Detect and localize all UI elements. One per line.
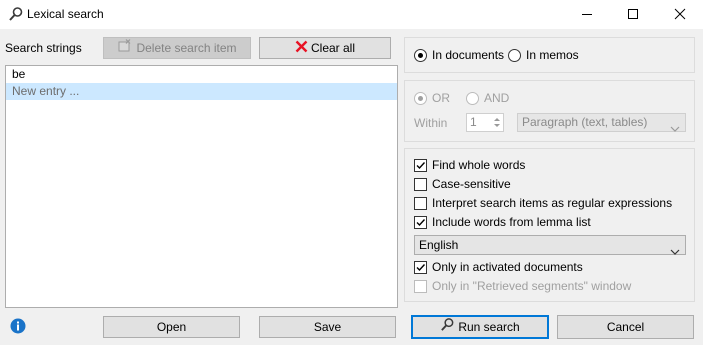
radio-empty-icon — [508, 48, 521, 62]
window-title: Lexical search — [27, 7, 104, 21]
run-search-button[interactable]: Run search — [411, 315, 549, 339]
regex-checkbox[interactable]: Interpret search items as regular expres… — [414, 196, 672, 210]
open-button[interactable]: Open — [103, 316, 240, 338]
retrieved-only-label: Only in "Retrieved segments" window — [432, 279, 632, 293]
magnifier-icon — [440, 317, 455, 339]
maximize-icon — [628, 9, 638, 19]
chevron-down-icon — [670, 242, 680, 261]
regex-label: Interpret search items as regular expres… — [432, 196, 673, 210]
checkbox-checked-icon — [414, 215, 427, 229]
checkbox-empty-icon — [414, 196, 427, 210]
search-strings-list[interactable]: be New entry ... — [5, 65, 398, 308]
radio-selected-icon — [414, 91, 427, 105]
clear-all-label: Clear all — [310, 41, 355, 55]
delete-search-item-label: Delete search item — [136, 41, 237, 55]
radio-empty-icon — [466, 91, 479, 105]
checkbox-checked-icon — [414, 158, 427, 172]
minimize-icon — [582, 14, 592, 15]
checkbox-checked-icon — [414, 260, 427, 274]
language-select[interactable]: English — [414, 235, 686, 255]
search-strings-label: Search strings — [5, 41, 82, 55]
operator-group — [404, 80, 695, 142]
clear-x-icon — [295, 39, 308, 59]
checkbox-empty-icon — [414, 177, 427, 191]
in-documents-radio[interactable]: In documents — [414, 48, 504, 62]
run-search-label: Run search — [458, 320, 520, 334]
and-label: AND — [484, 91, 510, 105]
case-sensitive-label: Case-sensitive — [432, 177, 511, 191]
minimize-button[interactable] — [564, 0, 610, 29]
within-spinner[interactable]: 1 — [466, 113, 504, 132]
find-whole-words-checkbox[interactable]: Find whole words — [414, 158, 525, 172]
new-entry-item[interactable]: New entry ... — [6, 83, 397, 100]
maximize-button[interactable] — [610, 0, 656, 29]
language-value: English — [419, 238, 459, 252]
lemma-checkbox[interactable]: Include words from lemma list — [414, 215, 591, 229]
close-icon — [674, 8, 686, 20]
within-value: 1 — [470, 115, 477, 129]
clear-all-button[interactable]: Clear all — [259, 37, 391, 59]
within-unit-select[interactable]: Paragraph (text, tables) — [517, 113, 686, 132]
close-button[interactable] — [657, 0, 703, 29]
delete-search-item-button[interactable]: Delete search item — [103, 37, 251, 59]
cancel-button[interactable]: Cancel — [557, 315, 694, 339]
or-label: OR — [432, 91, 450, 105]
and-radio[interactable]: AND — [466, 91, 509, 105]
checkbox-empty-icon — [414, 279, 427, 293]
chevron-down-icon — [670, 120, 680, 137]
within-label: Within — [414, 116, 448, 130]
retrieved-only-checkbox[interactable]: Only in "Retrieved segments" window — [414, 279, 631, 293]
in-memos-label: In memos — [526, 48, 579, 62]
lemma-label: Include words from lemma list — [432, 215, 591, 229]
in-documents-label: In documents — [432, 48, 505, 62]
case-sensitive-checkbox[interactable]: Case-sensitive — [414, 177, 511, 191]
spin-arrows-icon[interactable] — [491, 114, 503, 131]
delete-item-icon — [117, 38, 133, 59]
title-bar: Lexical search — [0, 0, 703, 29]
info-icon[interactable] — [10, 318, 26, 337]
in-memos-radio[interactable]: In memos — [508, 48, 579, 62]
find-whole-words-label: Find whole words — [432, 158, 526, 172]
activated-only-checkbox[interactable]: Only in activated documents — [414, 260, 583, 274]
or-radio[interactable]: OR — [414, 91, 450, 105]
list-item[interactable]: be — [6, 66, 397, 83]
within-unit-value: Paragraph (text, tables) — [522, 115, 648, 129]
magnifier-icon — [8, 6, 24, 22]
radio-selected-icon — [414, 48, 427, 62]
save-button[interactable]: Save — [259, 316, 396, 338]
activated-only-label: Only in activated documents — [432, 260, 583, 274]
